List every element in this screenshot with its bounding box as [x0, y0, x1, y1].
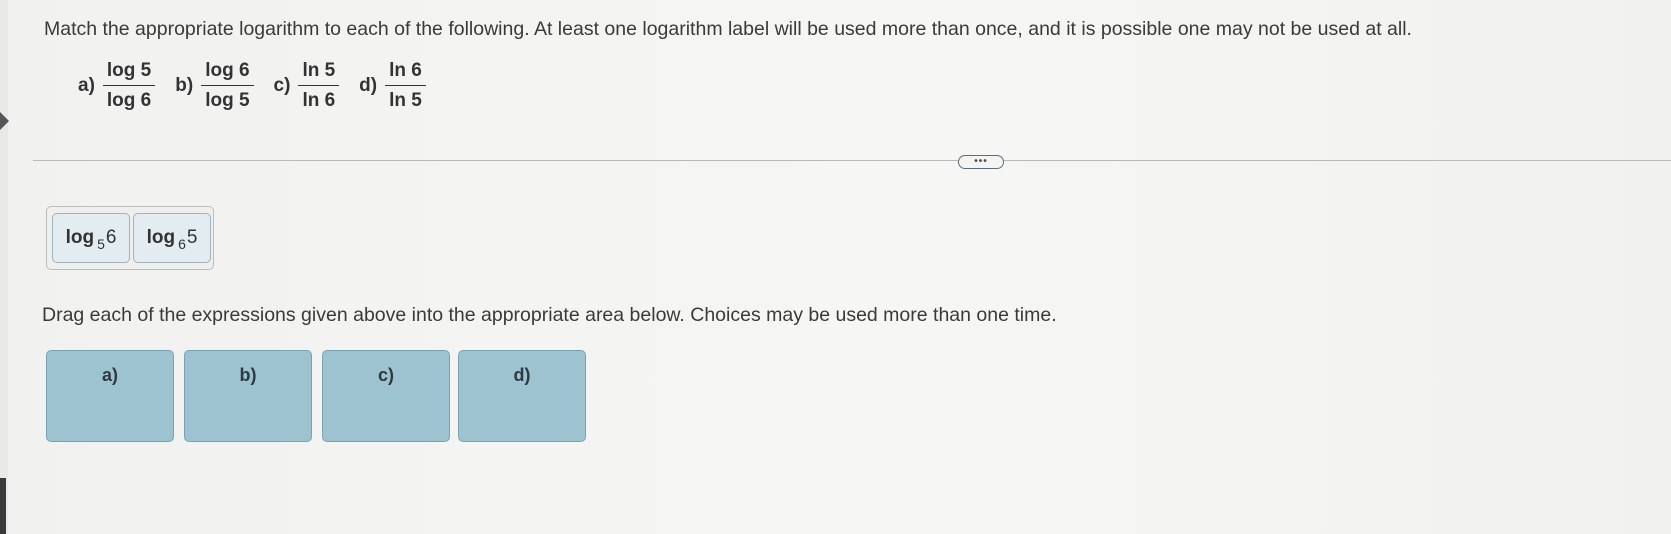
fraction-label: d)	[359, 75, 378, 96]
chip-func: log	[65, 227, 95, 248]
left-edge-strip	[0, 0, 8, 534]
fraction: log 5 log 6	[102, 60, 156, 112]
drop-zone-b[interactable]: b)	[184, 350, 312, 442]
section-divider	[33, 160, 1671, 161]
drop-zone-d[interactable]: d)	[458, 350, 586, 442]
chip-func: log	[146, 227, 176, 248]
chip-arg: 5	[186, 227, 198, 248]
choice-tray: log 5 6 log 6 5	[46, 206, 214, 270]
collapse-arrow-icon[interactable]	[0, 112, 9, 130]
fraction-denominator: log 6	[102, 85, 156, 112]
choice-chip-log6-5[interactable]: log 6 5	[133, 213, 211, 263]
fraction: log 6 log 5	[201, 60, 254, 112]
drop-zone-label: a)	[101, 365, 118, 385]
fraction-label: b)	[175, 75, 194, 96]
fraction-list: a) log 5 log 6 b) log 6 log 5 c) ln 5 ln…	[78, 60, 446, 112]
chip-base: 5	[97, 236, 105, 252]
question-text: Match the appropriate logarithm to each …	[44, 18, 1412, 40]
drop-zone-label: d)	[513, 365, 531, 385]
drop-zone-a[interactable]: a)	[46, 350, 174, 442]
fraction-label: a)	[78, 75, 95, 96]
fraction-numerator: log 6	[205, 60, 250, 81]
fraction-denominator: log 5	[201, 85, 254, 112]
fraction-denominator: ln 5	[385, 85, 426, 112]
drop-zone-c[interactable]: c)	[322, 350, 450, 442]
fraction-label: c)	[273, 75, 291, 96]
fraction-item-c: c) ln 5 ln 6	[274, 60, 340, 112]
expand-more-button[interactable]: •••	[958, 155, 1004, 169]
chip-base: 6	[178, 236, 186, 252]
fraction: ln 6 ln 5	[385, 60, 426, 112]
fraction-numerator: ln 5	[302, 60, 336, 81]
drop-zone-label: c)	[377, 365, 394, 385]
fraction-denominator: ln 6	[298, 85, 340, 112]
chip-arg: 6	[105, 227, 117, 248]
fraction-item-b: b) log 6 log 5	[175, 60, 254, 112]
fraction-numerator: ln 6	[389, 60, 422, 81]
drop-zone-label: b)	[239, 365, 257, 385]
fraction: ln 5 ln 6	[298, 60, 340, 112]
instruction-text: Drag each of the expressions given above…	[42, 304, 1057, 326]
fraction-item-d: d) ln 6 ln 5	[359, 60, 426, 112]
fraction-item-a: a) log 5 log 6	[78, 60, 156, 112]
choice-chip-log5-6[interactable]: log 5 6	[52, 213, 130, 263]
fraction-numerator: log 5	[106, 60, 152, 81]
left-edge-bar	[0, 478, 6, 534]
